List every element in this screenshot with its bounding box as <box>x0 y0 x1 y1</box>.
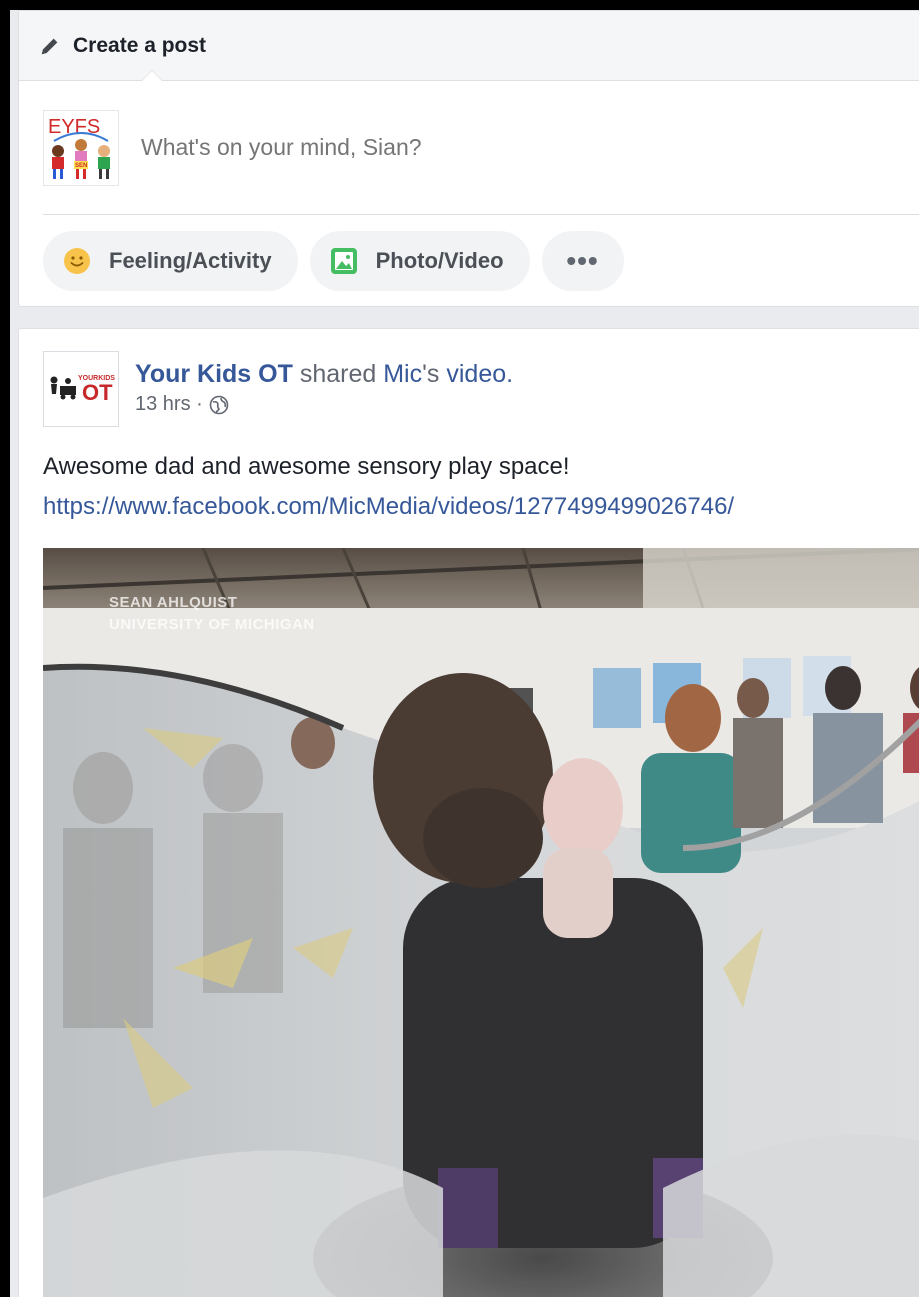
photo-icon <box>330 248 357 274</box>
author-link[interactable]: Your Kids OT <box>135 360 293 388</box>
status-input[interactable] <box>141 134 741 161</box>
source-link[interactable]: Mic's <box>383 360 439 388</box>
post-text: Awesome dad and awesome sensory play spa… <box>43 453 570 480</box>
tab-caret <box>142 71 162 81</box>
create-post-header[interactable]: Create a post <box>19 11 919 81</box>
create-post-card: Create a post EYFS SEN What's on your mi… <box>18 10 919 307</box>
post-header: YOURKIDS OT Your Kids OT shared Mic's vi… <box>19 329 919 429</box>
news-feed: Create a post EYFS SEN What's on your mi… <box>10 10 919 1297</box>
pencil-icon <box>41 38 58 54</box>
watermark-line-2: UNIVERSITY OF MICHIGAN <box>109 616 315 633</box>
feeling-activity-button[interactable]: Feeling/Activity <box>43 231 298 291</box>
feed-post: YOURKIDS OT Your Kids OT shared Mic's vi… <box>18 328 919 1297</box>
post-meta: Your Kids OT shared Mic's video. 13 hrs … <box>135 351 513 429</box>
watermark-line-1: SEAN AHLQUIST <box>109 594 238 611</box>
avatar-text-main: OT <box>82 380 113 405</box>
more-options-button[interactable]: ••• <box>541 231 624 291</box>
eyfs-logo-icon: EYFS SEN <box>48 116 110 179</box>
smiley-icon <box>64 248 90 274</box>
composer-actions: Feeling/Activity Photo/Video ••• <box>19 215 919 291</box>
post-timestamp[interactable]: 13 hrs · <box>135 393 203 416</box>
feeling-activity-label: Feeling/Activity <box>109 248 272 273</box>
photo-video-button[interactable]: Photo/Video <box>309 231 530 291</box>
post-headline: Your Kids OT shared Mic's video. <box>135 359 513 389</box>
video-player[interactable]: SEAN AHLQUIST UNIVERSITY OF MICHIGAN <box>43 548 919 1297</box>
photo-video-label: Photo/Video <box>375 248 504 273</box>
video-frame <box>43 548 919 1297</box>
composer-body: EYFS SEN <box>43 81 919 215</box>
source-suffix: 's <box>422 360 440 388</box>
video-link[interactable]: video. <box>446 360 513 388</box>
more-icon: ••• <box>566 245 599 276</box>
avatar-badge: SEN <box>75 163 87 169</box>
page-avatar[interactable]: YOURKIDS OT <box>43 351 119 427</box>
shared-verb: shared <box>299 360 377 388</box>
source-name: Mic <box>383 360 423 388</box>
your-kids-ot-logo-icon: YOURKIDS OT <box>50 375 115 405</box>
video-watermark: SEAN AHLQUIST UNIVERSITY OF MICHIGAN <box>109 592 315 636</box>
avatar[interactable]: EYFS SEN <box>43 109 119 186</box>
globe-icon <box>209 395 229 414</box>
create-post-title: Create a post <box>73 33 207 57</box>
post-timestamp-row: 13 hrs · <box>135 393 513 416</box>
post-url-link[interactable]: https://www.facebook.com/MicMedia/videos… <box>19 485 919 525</box>
